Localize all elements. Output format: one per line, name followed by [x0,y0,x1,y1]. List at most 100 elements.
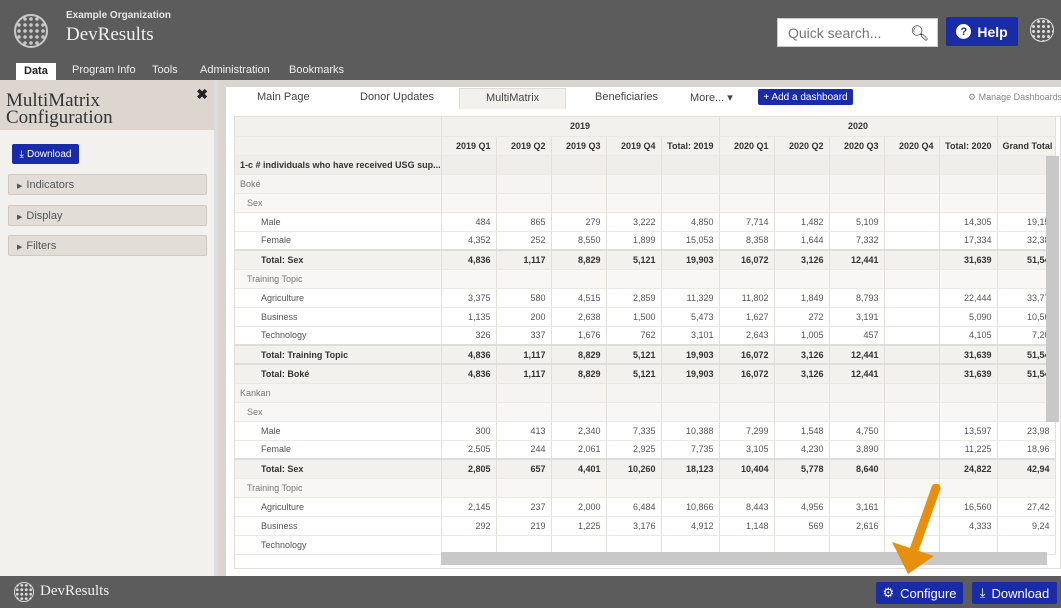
tab-beneficiaries[interactable]: Beneficiaries [595,91,658,103]
table-cell: 1,135 [441,307,497,327]
section-display[interactable]: ▶ Display [8,205,207,226]
table-row[interactable]: Boké [235,174,1056,194]
table-row[interactable]: Male 300 413 2,340 7,335 10,388 7,299 1,548 4,75… [235,421,1056,441]
table-row[interactable]: Total: Training Topic 4,836 1,117 8,829 5,12… [235,344,1056,365]
table-cell [551,269,607,289]
table-cell [884,212,940,232]
tab-more[interactable]: More... ▾ [690,91,733,104]
table-cell: 200 [496,307,552,327]
nav-data[interactable]: Data [16,63,56,80]
row-label: Technology [235,326,442,346]
table-cell [719,193,775,213]
table-row[interactable]: Total: Sex 2,805 657 4,401 10,260 18,123 10,40… [235,458,1056,479]
table-cell [496,155,552,175]
nav-bookmarks[interactable]: Bookmarks [289,64,344,76]
section-filters[interactable]: ▶ Filters [8,235,207,256]
table-row[interactable]: Female 4,352 252 8,550 1,899 15,053 8,358 1,644… [235,231,1056,251]
user-globe-icon[interactable] [1030,18,1054,42]
table-cell: 16,072 [719,344,775,365]
table-row[interactable]: Female 2,505 244 2,061 2,925 7,735 3,105 4,230 3… [235,440,1056,460]
add-dashboard-button[interactable]: + Add a dashboard [758,89,853,105]
table-row[interactable]: Male 484 865 279 3,222 4,850 7,714 1,482 5,109 14… [235,212,1056,232]
table-row[interactable]: Total: Sex 4,836 1,117 8,829 5,121 19,903 16,0… [235,249,1056,270]
configure-button[interactable]: ⚙ Configure [876,582,963,604]
table-cell [884,383,940,403]
horizontal-scrollbar[interactable] [441,552,1047,565]
nav-administration[interactable]: Administration [200,64,270,76]
table-cell [551,402,607,422]
table-cell: 12,441 [829,344,885,365]
table-cell: 657 [496,458,552,479]
table-cell: 4,836 [441,344,497,365]
table-cell: 7,332 [829,231,885,251]
nav-program-info[interactable]: Program Info [72,64,136,76]
table-row[interactable]: Training Topic [235,269,1056,289]
table-row[interactable]: 1-c # individuals who have received USG … [235,155,1056,175]
table-row[interactable]: Sex [235,402,1056,422]
tab-multimatrix[interactable]: MultiMatrix [459,88,567,109]
search-icon[interactable]: 🔍︎ [910,24,929,42]
table-cell: 8,443 [719,497,775,517]
table-cell: 8,793 [829,288,885,308]
table-cell: 3,222 [606,212,662,232]
table-cell: 1,225 [551,516,607,536]
table-cell: 31,639 [939,344,998,365]
row-label: Training Topic [235,478,442,498]
table-cell: 292 [441,516,497,536]
row-label: Total: Sex [235,458,442,479]
table-cell [551,155,607,175]
table-cell [774,155,830,175]
table-cell: 19,903 [661,363,720,384]
table-cell: 5,121 [606,249,662,270]
table-cell [884,155,940,175]
close-icon[interactable]: ✖ [196,86,208,103]
table-row[interactable]: Total: Boké 4,836 1,117 8,829 5,121 19,903 16,… [235,363,1056,384]
table-cell: 2,805 [441,458,497,479]
table-cell [551,174,607,194]
column-header: Grand Total [997,136,1056,156]
table-cell: 580 [496,288,552,308]
globe-logo-icon[interactable] [14,14,48,48]
table-row[interactable]: Agriculture 3,375 580 4,515 2,859 11,329 11,80… [235,288,1056,308]
search-input[interactable] [778,19,898,46]
table-cell: 8,829 [551,363,607,384]
table-cell [829,478,885,498]
column-header: 2020 Q4 [884,136,940,156]
table-cell: 279 [551,212,607,232]
tab-donor-updates[interactable]: Donor Updates [360,91,434,103]
tab-main-page[interactable]: Main Page [257,91,310,103]
table-row[interactable]: Kankan [235,383,1056,403]
table-cell [719,269,775,289]
table-cell: 5,473 [661,307,720,327]
table-cell [997,478,1056,498]
footer-download-button[interactable]: ⤓ Download [972,582,1057,604]
table-cell: 4,836 [441,249,497,270]
table-cell [661,478,720,498]
table-cell: 15,053 [661,231,720,251]
table-cell: 22,444 [939,288,998,308]
table-cell [884,269,940,289]
table-row[interactable]: Technology 326 337 1,676 762 3,101 2,643 1,005 4… [235,326,1056,346]
table-cell [606,478,662,498]
table-cell [496,174,552,194]
quick-search[interactable]: 🔍︎ [777,18,938,47]
row-label: Sex [235,193,442,213]
help-button[interactable]: ? Help [946,17,1018,46]
vertical-scrollbar[interactable] [1046,156,1059,422]
table-row[interactable]: Sex [235,193,1056,213]
table-cell [606,174,662,194]
table-cell: 3,161 [829,497,885,517]
manage-dashboards-link[interactable]: ⚙ Manage Dashboards [968,92,1061,103]
table-cell: 569 [774,516,830,536]
table-cell [661,155,720,175]
sidebar-download-button[interactable]: ⤓ Download [12,144,79,164]
sidebar-download-label: Download [26,148,72,160]
table-cell [441,402,497,422]
table-cell [496,383,552,403]
section-indicators[interactable]: ▶ Indicators [8,174,207,195]
table-row[interactable]: Business 1,135 200 2,638 1,500 5,473 1,627 272 3… [235,307,1056,327]
table-cell: 1,005 [774,326,830,346]
nav-tools[interactable]: Tools [152,64,178,76]
tab-more-label: More... [690,92,725,104]
table-cell: 3,126 [774,344,830,365]
